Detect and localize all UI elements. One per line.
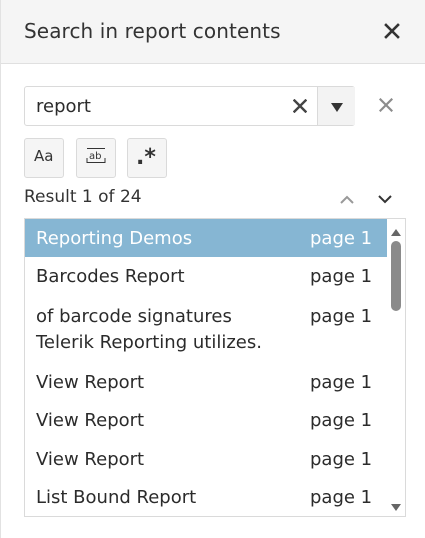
- regex-button[interactable]: .*: [127, 138, 167, 178]
- result-text: View Report: [36, 410, 145, 431]
- clear-icon: [292, 98, 308, 117]
- match-case-label: Aa: [34, 147, 53, 165]
- result-page: page 1: [310, 306, 373, 327]
- search-combobox: [24, 86, 355, 126]
- result-text: of barcode signatures Telerik Reporting …: [36, 306, 262, 353]
- result-item[interactable]: View Report page 1: [25, 362, 387, 400]
- clear-search-button[interactable]: [374, 94, 398, 118]
- scrollbar-thumb[interactable]: [391, 241, 401, 311]
- previous-result-button[interactable]: [336, 187, 358, 209]
- results-list: Reporting Demos page 1 Barcodes Report p…: [24, 218, 406, 517]
- result-page: page 1: [310, 266, 373, 287]
- result-item[interactable]: Barcodes Report page 1: [25, 257, 387, 295]
- result-item[interactable]: List Bound Report page 1: [25, 477, 387, 515]
- scroll-up-button[interactable]: [390, 225, 402, 236]
- search-clear-button[interactable]: [289, 96, 311, 118]
- whole-word-button[interactable]: ab: [76, 138, 116, 178]
- close-icon: [384, 23, 400, 43]
- search-panel: Search in report contents report Aa ab .…: [0, 0, 425, 538]
- whole-word-icon: ab: [85, 145, 107, 171]
- panel-title: Search in report contents: [24, 19, 281, 43]
- results-scrollbar[interactable]: [387, 219, 405, 516]
- result-text: View Report: [36, 449, 145, 470]
- next-result-button[interactable]: [374, 187, 396, 209]
- whole-word-label: ab: [89, 151, 101, 162]
- result-page: page 1: [310, 410, 373, 431]
- result-item[interactable]: View Report page 1: [25, 439, 387, 477]
- triangle-up-icon: [391, 221, 401, 240]
- result-text: List Bound Report: [36, 487, 197, 508]
- result-text: Reporting Demos: [36, 228, 193, 249]
- triangle-down-icon: [391, 496, 401, 515]
- match-case-button[interactable]: Aa: [24, 138, 64, 178]
- search-dropdown-button[interactable]: [317, 87, 355, 125]
- close-button[interactable]: [379, 20, 405, 46]
- match-case-icon: Aa: [32, 146, 56, 170]
- result-item[interactable]: View Report page 1: [25, 400, 387, 438]
- scroll-down-button[interactable]: [390, 500, 402, 511]
- chevron-up-icon: [340, 189, 354, 208]
- regex-label: .*: [136, 145, 156, 168]
- caret-down-icon: [330, 97, 343, 116]
- close-icon: [378, 97, 394, 116]
- chevron-down-icon: [378, 189, 392, 208]
- result-page: page 1: [310, 487, 373, 508]
- result-page: page 1: [310, 372, 373, 393]
- panel-header: Search in report contents: [1, 0, 425, 64]
- result-count: Result 1 of 24: [24, 187, 142, 207]
- search-input[interactable]: [25, 87, 290, 125]
- result-page: page 1: [310, 228, 373, 249]
- result-page: page 1: [310, 449, 373, 470]
- result-item[interactable]: of barcode signatures Telerik Reporting …: [25, 295, 387, 361]
- result-item[interactable]: Reporting Demos page 1: [25, 219, 387, 257]
- regex-icon: .*: [135, 144, 159, 172]
- result-text: Barcodes Report: [36, 266, 185, 287]
- result-text: View Report: [36, 372, 145, 393]
